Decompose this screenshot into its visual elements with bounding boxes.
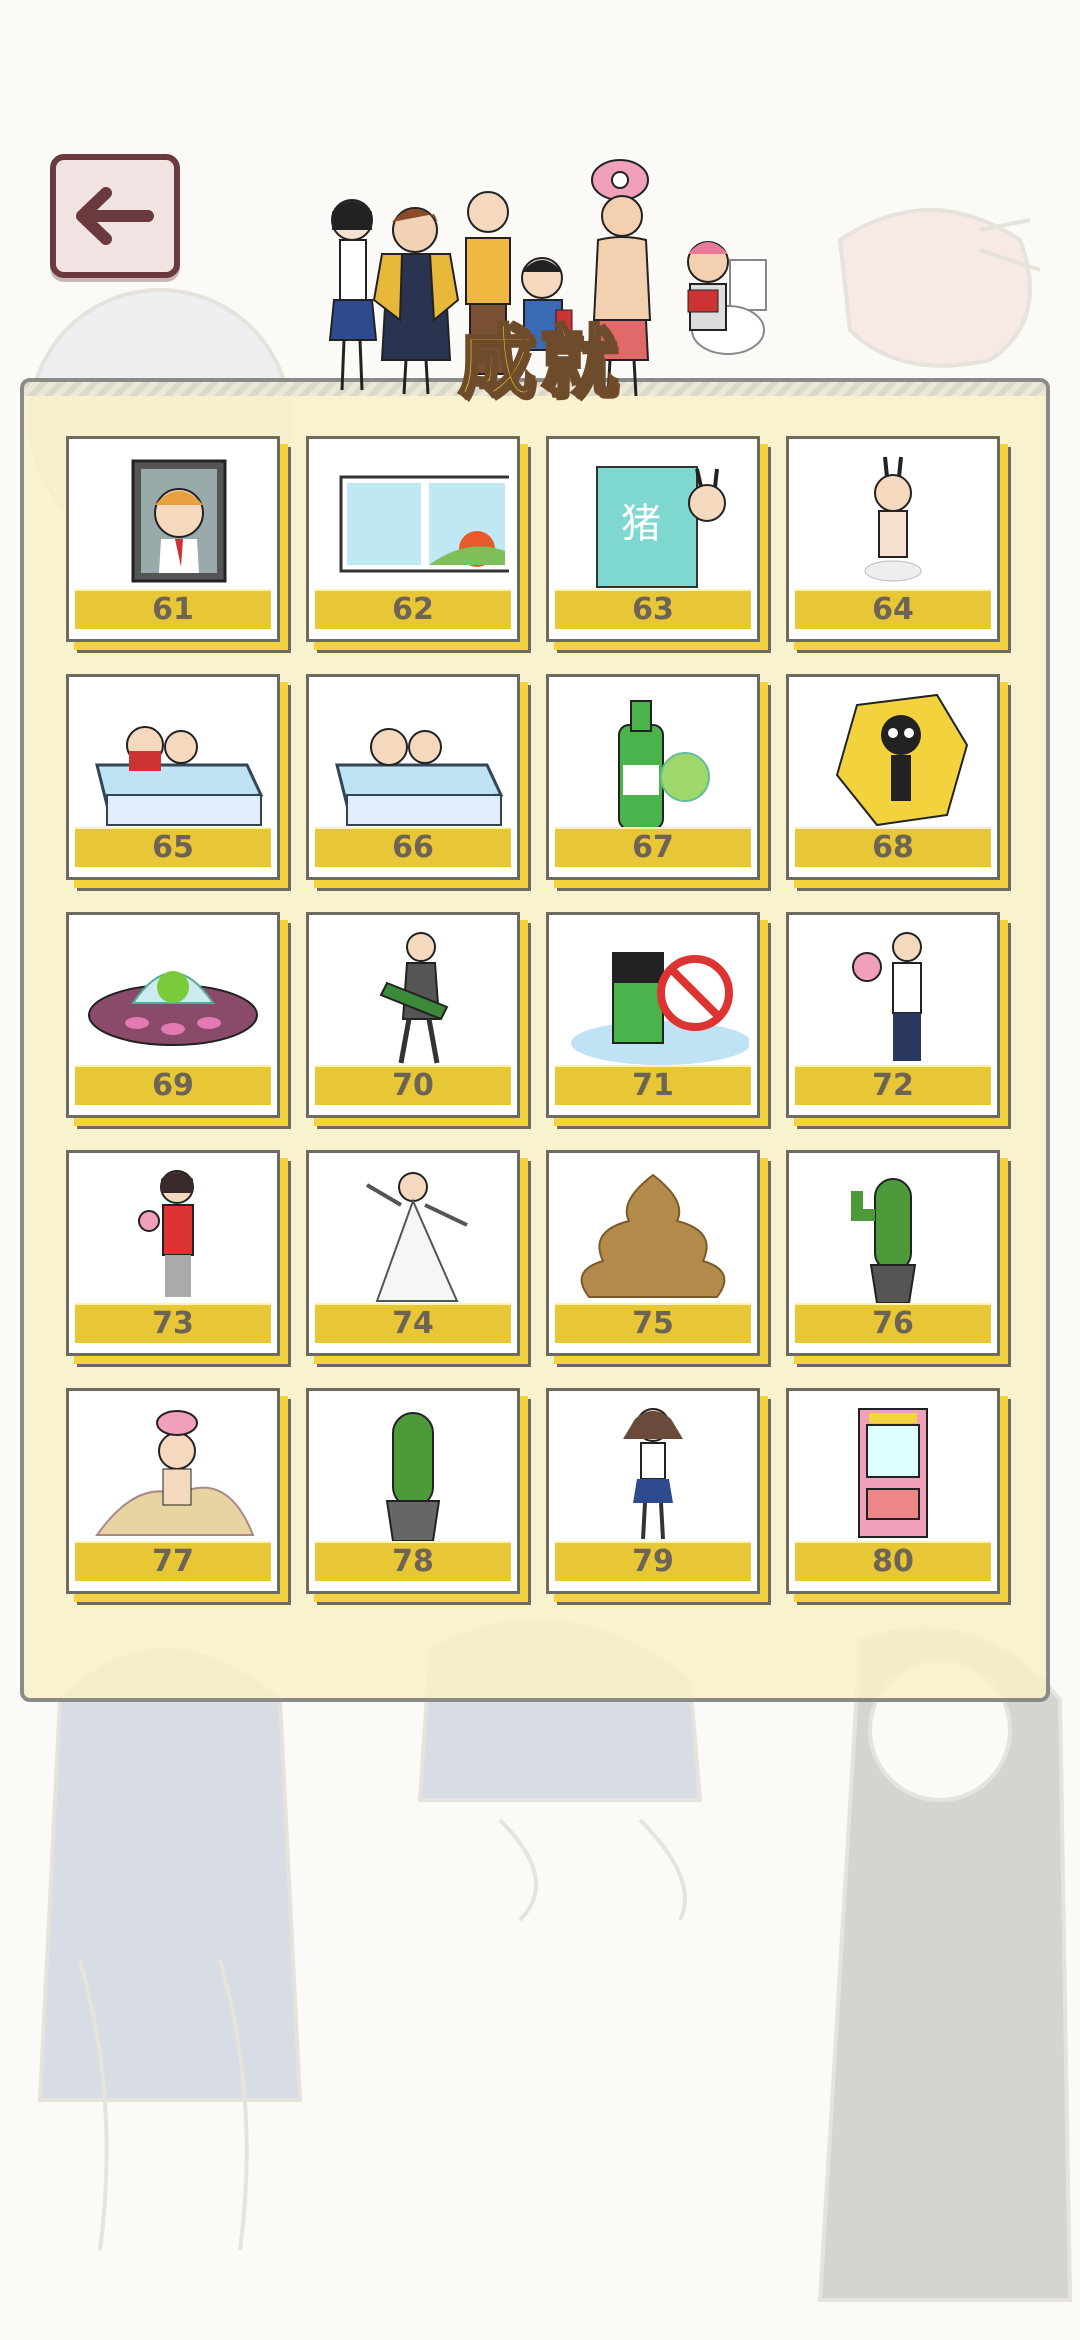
- page-title: 成就: [456, 317, 622, 410]
- achievement-card-frame: 76: [786, 1150, 1000, 1356]
- bunny-costume-icon: [797, 447, 989, 597]
- achievement-card-frame: 67: [546, 674, 760, 880]
- bottle-icon: [557, 685, 749, 835]
- arrow-left-icon: [76, 187, 154, 245]
- achievement-card-64[interactable]: 64: [786, 436, 1010, 650]
- achievement-card-69[interactable]: 69: [66, 912, 290, 1126]
- claw-machine-icon: [797, 1399, 989, 1549]
- achievement-number: 66: [315, 827, 511, 867]
- achievement-number: 61: [75, 589, 271, 629]
- achievement-number: 78: [315, 1541, 511, 1581]
- poop-icon: [557, 1161, 749, 1311]
- achievement-number: 71: [555, 1065, 751, 1105]
- pool-elders-icon: [317, 685, 509, 835]
- guitarist-icon: [317, 923, 509, 1073]
- achievement-card-65[interactable]: 65: [66, 674, 290, 888]
- achievement-card-frame: 75: [546, 1150, 760, 1356]
- pool-couple-icon: [77, 685, 269, 835]
- schoolgirl-icon: [557, 1399, 749, 1549]
- achievement-card-frame: 63: [546, 436, 760, 642]
- achievement-number: 63: [555, 589, 751, 629]
- achievement-card-63[interactable]: 63: [546, 436, 770, 650]
- achievement-card-77[interactable]: 77: [66, 1388, 290, 1602]
- achievement-card-62[interactable]: 62: [306, 436, 530, 650]
- achievement-number: 77: [75, 1541, 271, 1581]
- shower-curtain-icon: [557, 447, 749, 597]
- man-balloon-icon: [797, 923, 989, 1073]
- achievement-card-frame: 70: [306, 912, 520, 1118]
- achievement-card-frame: 71: [546, 912, 760, 1118]
- achievement-card-frame: 79: [546, 1388, 760, 1594]
- achievement-card-72[interactable]: 72: [786, 912, 1010, 1126]
- skeleton-shock-icon: [797, 685, 989, 835]
- achievement-number: 75: [555, 1303, 751, 1343]
- achievement-number: 69: [75, 1065, 271, 1105]
- achievement-card-67[interactable]: 67: [546, 674, 770, 888]
- achievement-number: 62: [315, 589, 511, 629]
- achievement-card-frame: 68: [786, 674, 1000, 880]
- achievement-card-frame: 65: [66, 674, 280, 880]
- achievement-number: 80: [795, 1541, 991, 1581]
- achievement-card-76[interactable]: 76: [786, 1150, 1010, 1364]
- achievement-card-frame: 72: [786, 912, 1000, 1118]
- cactus-pot-icon: [317, 1399, 509, 1549]
- achievement-card-75[interactable]: 75: [546, 1150, 770, 1364]
- achievement-number: 79: [555, 1541, 751, 1581]
- achievement-card-frame: 80: [786, 1388, 1000, 1594]
- achievement-number: 72: [795, 1065, 991, 1105]
- achievement-card-frame: 69: [66, 912, 280, 1118]
- achievement-number: 64: [795, 589, 991, 629]
- character-girl-icon: [328, 199, 378, 391]
- achievement-card-frame: 73: [66, 1150, 280, 1356]
- achievement-card-71[interactable]: 71: [546, 912, 770, 1126]
- achievement-card-frame: 74: [306, 1150, 520, 1356]
- back-button[interactable]: [50, 154, 180, 278]
- window-sunrise-icon: [317, 447, 509, 597]
- achievement-card-frame: 62: [306, 436, 520, 642]
- achievement-card-74[interactable]: 74: [306, 1150, 530, 1364]
- achievement-card-frame: 66: [306, 674, 520, 880]
- achievement-number: 73: [75, 1303, 271, 1343]
- achievement-number: 76: [795, 1303, 991, 1343]
- man-in-window-icon: [77, 447, 269, 597]
- achievement-number: 65: [75, 827, 271, 867]
- achievement-number: 70: [315, 1065, 511, 1105]
- ufo-icon: [77, 923, 269, 1073]
- achievement-card-68[interactable]: 68: [786, 674, 1010, 888]
- achievement-card-frame: 61: [66, 436, 280, 642]
- girl-red-sweater-icon: [77, 1161, 269, 1311]
- achievement-card-78[interactable]: 78: [306, 1388, 530, 1602]
- achievement-card-79[interactable]: 79: [546, 1388, 770, 1602]
- no-battery-icon: [557, 923, 749, 1073]
- achievement-card-frame: 77: [66, 1388, 280, 1594]
- achievement-number: 68: [795, 827, 991, 867]
- achievement-number: 74: [315, 1303, 511, 1343]
- achievement-card-frame: 64: [786, 436, 1000, 642]
- dancer-icon: [317, 1161, 509, 1311]
- achievement-card-80[interactable]: 80: [786, 1388, 1010, 1602]
- achievement-card-61[interactable]: 61: [66, 436, 290, 650]
- cactus-icon: [797, 1161, 989, 1311]
- character-grandma-icon: [687, 241, 767, 355]
- achievement-card-70[interactable]: 70: [306, 912, 530, 1126]
- achievement-card-frame: 78: [306, 1388, 520, 1594]
- achievement-card-73[interactable]: 73: [66, 1150, 290, 1364]
- achievement-card-66[interactable]: 66: [306, 674, 530, 888]
- achievement-number: 67: [555, 827, 751, 867]
- sand-bury-icon: [77, 1399, 269, 1549]
